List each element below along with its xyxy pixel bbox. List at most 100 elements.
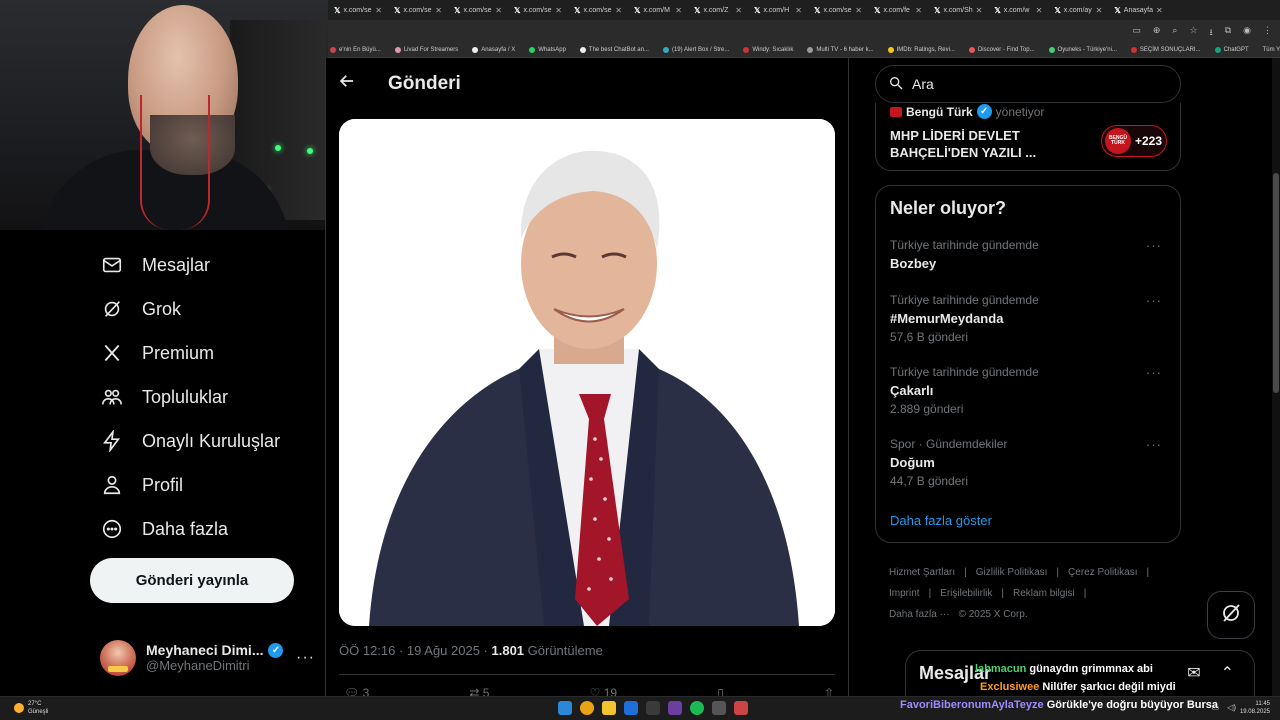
reply-button[interactable]: 💬︎ 3 bbox=[344, 686, 369, 696]
spotify-icon[interactable] bbox=[690, 701, 704, 715]
footer-link[interactable]: Reklam bilgisi bbox=[1013, 588, 1075, 599]
back-arrow-icon[interactable] bbox=[338, 72, 356, 95]
bookmark-item[interactable]: Multi TV - 6 haber k... bbox=[807, 46, 874, 53]
bookmark-item[interactable]: IMDb: Ratings, Revi... bbox=[887, 46, 955, 53]
bookmark-button[interactable]: ▯ bbox=[717, 686, 724, 696]
menu-icon[interactable]: ⋮ bbox=[1263, 25, 1272, 41]
browser-tab[interactable]: 𝕏 Anasayfa ✕ bbox=[1108, 0, 1168, 20]
obs-icon[interactable] bbox=[734, 701, 748, 715]
search-input[interactable]: Ara bbox=[875, 65, 1181, 103]
page-scrollbar[interactable] bbox=[1272, 58, 1280, 696]
browser-tab[interactable]: 𝕏x.com/se ✕ bbox=[388, 0, 448, 20]
app-icon[interactable] bbox=[712, 701, 726, 715]
scrollbar-thumb[interactable] bbox=[1273, 173, 1279, 393]
bookmark-item[interactable]: Oyuneks - Türkiye'ni... bbox=[1048, 46, 1117, 53]
grok-floating-button[interactable] bbox=[1207, 591, 1255, 639]
close-icon[interactable]: ✕ bbox=[855, 6, 862, 15]
close-icon[interactable]: ✕ bbox=[795, 6, 802, 15]
clock[interactable]: 11:45 19.08.2025 bbox=[1240, 700, 1270, 716]
account-switcher[interactable]: Meyhaneci Dimi... ✓ @MeyhaneDimitri ··· bbox=[100, 635, 315, 680]
bookmark-item[interactable]: Livad For Streamers bbox=[394, 46, 458, 53]
bookmark-item[interactable]: Discover - Find Top... bbox=[968, 46, 1035, 53]
close-icon[interactable]: ✕ bbox=[1156, 6, 1163, 15]
close-icon[interactable]: ✕ bbox=[495, 6, 502, 15]
chat-icon[interactable]: ▭ bbox=[1212, 703, 1220, 712]
nav-item-profile[interactable]: Profil bbox=[100, 470, 183, 500]
extensions-icon[interactable]: ⧉ bbox=[1225, 25, 1231, 41]
bookmark-item[interactable]: Windy: Sıcaklık bbox=[743, 46, 793, 53]
app-icon[interactable] bbox=[624, 701, 638, 715]
all-bookmarks-button[interactable]: Tüm Yer İşaretleri bbox=[1263, 47, 1280, 53]
weather-widget[interactable]: 27°C Güneşli bbox=[14, 700, 48, 716]
footer-link[interactable]: Gizlilik Politikası bbox=[976, 567, 1048, 578]
trend-item[interactable]: Türkiye tarihinde gündemde #MemurMeydand… bbox=[890, 293, 1168, 344]
bookmark-item[interactable]: WhatsApp bbox=[529, 46, 566, 53]
repost-button[interactable]: ⇄ 5 bbox=[469, 686, 489, 696]
browser-tab[interactable]: 𝕏x.com/se ✕ bbox=[328, 0, 388, 20]
nav-item-verified-orgs[interactable]: Onaylı Kuruluşlar bbox=[100, 426, 280, 456]
footer-link[interactable]: © 2025 X Corp. bbox=[959, 609, 1028, 620]
close-icon[interactable]: ✕ bbox=[976, 6, 983, 15]
close-icon[interactable]: ✕ bbox=[375, 6, 382, 15]
bookmark-item[interactable]: e'nin En Büyü... bbox=[330, 46, 381, 53]
nav-item-messages[interactable]: Mesajlar bbox=[100, 250, 210, 280]
browser-tab[interactable]: 𝕏x.com/se ✕ bbox=[808, 0, 868, 20]
browser-tab[interactable]: 𝕏x.com/Z ✕ bbox=[688, 0, 748, 20]
footer-link[interactable]: Daha fazla ··· bbox=[889, 609, 950, 620]
downloads-icon[interactable]: ⭳ bbox=[1210, 25, 1213, 41]
windows-start-icon[interactable] bbox=[558, 701, 572, 715]
close-icon[interactable]: ✕ bbox=[1036, 6, 1043, 15]
show-more-link[interactable]: Daha fazla göster bbox=[890, 513, 992, 528]
close-icon[interactable]: ✕ bbox=[435, 6, 442, 15]
close-icon[interactable]: ✕ bbox=[555, 6, 562, 15]
browser-tab[interactable]: 𝕏x.com/ay ✕ bbox=[1048, 0, 1108, 20]
bookmark-item[interactable]: The best ChatBot an... bbox=[579, 46, 649, 53]
browser-tab[interactable]: 𝕏x.com/M ✕ bbox=[628, 0, 688, 20]
speaker-icon[interactable]: ◁) bbox=[1227, 703, 1236, 712]
footer-link[interactable]: Imprint bbox=[889, 588, 920, 599]
trend-item[interactable]: Türkiye tarihinde gündemde Bozbey ··· bbox=[890, 238, 1168, 271]
trend-item[interactable]: Spor · Gündemdekiler Doğum 44,7 B gönder… bbox=[890, 437, 1168, 488]
close-icon[interactable]: ✕ bbox=[1096, 6, 1103, 15]
browser-tab[interactable]: 𝕏x.com/se ✕ bbox=[448, 0, 508, 20]
more-dots-icon[interactable]: ··· bbox=[296, 649, 315, 667]
more-dots-icon[interactable]: ··· bbox=[1146, 437, 1162, 452]
browser-tab[interactable]: 𝕏x.com/se ✕ bbox=[508, 0, 568, 20]
ad-badge[interactable]: BENGÜ TÜRK +223 bbox=[1101, 125, 1167, 157]
zoom-icon[interactable]: ⊕ bbox=[1153, 25, 1161, 41]
browser-tab[interactable]: 𝕏x.com/Sh ✕ bbox=[928, 0, 988, 20]
bookmark-item[interactable]: Anasayfa / X bbox=[472, 46, 515, 53]
close-icon[interactable]: ✕ bbox=[735, 6, 742, 15]
file-explorer-icon[interactable] bbox=[602, 701, 616, 715]
more-dots-icon[interactable]: ··· bbox=[1146, 365, 1162, 380]
post-image[interactable] bbox=[339, 119, 835, 626]
browser-tab[interactable]: 𝕏x.com/fe ✕ bbox=[868, 0, 928, 20]
nav-item-more[interactable]: Daha fazla bbox=[100, 514, 228, 544]
like-button[interactable]: ♡ 19 bbox=[590, 686, 617, 696]
close-icon[interactable]: ✕ bbox=[915, 6, 922, 15]
bookmark-item[interactable]: ChatGPT bbox=[1214, 46, 1249, 53]
browser-tab[interactable]: 𝕏x.com/w ✕ bbox=[988, 0, 1048, 20]
footer-link[interactable]: Erişilebilirlik bbox=[940, 588, 992, 599]
nav-item-communities[interactable]: Topluluklar bbox=[100, 382, 228, 412]
bookmark-star-icon[interactable]: ☆ bbox=[1189, 25, 1197, 41]
translate-icon[interactable]: ⌕ bbox=[1172, 25, 1177, 41]
bookmark-item[interactable]: SEÇİM SONUÇLARI... bbox=[1130, 46, 1201, 53]
cast-icon[interactable]: ▭ bbox=[1132, 25, 1141, 41]
share-button[interactable]: ⇧ bbox=[824, 686, 834, 696]
profile-icon[interactable]: ◉ bbox=[1243, 25, 1251, 41]
promoted-trend[interactable]: Bengü Türk ✓ yönetiyor MHP LİDERİ DEVLET… bbox=[875, 103, 1181, 171]
more-dots-icon[interactable]: ··· bbox=[1146, 238, 1162, 253]
post-timestamp[interactable]: ÖÖ 12:16 · 19 Ağu 2025 · bbox=[339, 643, 492, 658]
bookmark-item[interactable]: (19) Alert Box / Stre... bbox=[662, 46, 729, 53]
more-dots-icon[interactable]: ··· bbox=[1146, 293, 1162, 308]
steam-icon[interactable] bbox=[646, 701, 660, 715]
close-icon[interactable]: ✕ bbox=[675, 6, 682, 15]
twitch-icon[interactable] bbox=[668, 701, 682, 715]
close-icon[interactable]: ✕ bbox=[615, 6, 622, 15]
browser-tab[interactable]: 𝕏x.com/se ✕ bbox=[568, 0, 628, 20]
footer-link[interactable]: Hizmet Şartları bbox=[889, 567, 955, 578]
chrome-icon[interactable] bbox=[580, 701, 594, 715]
footer-link[interactable]: Çerez Politikası bbox=[1068, 567, 1137, 578]
nav-item-grok[interactable]: Grok bbox=[100, 294, 181, 324]
